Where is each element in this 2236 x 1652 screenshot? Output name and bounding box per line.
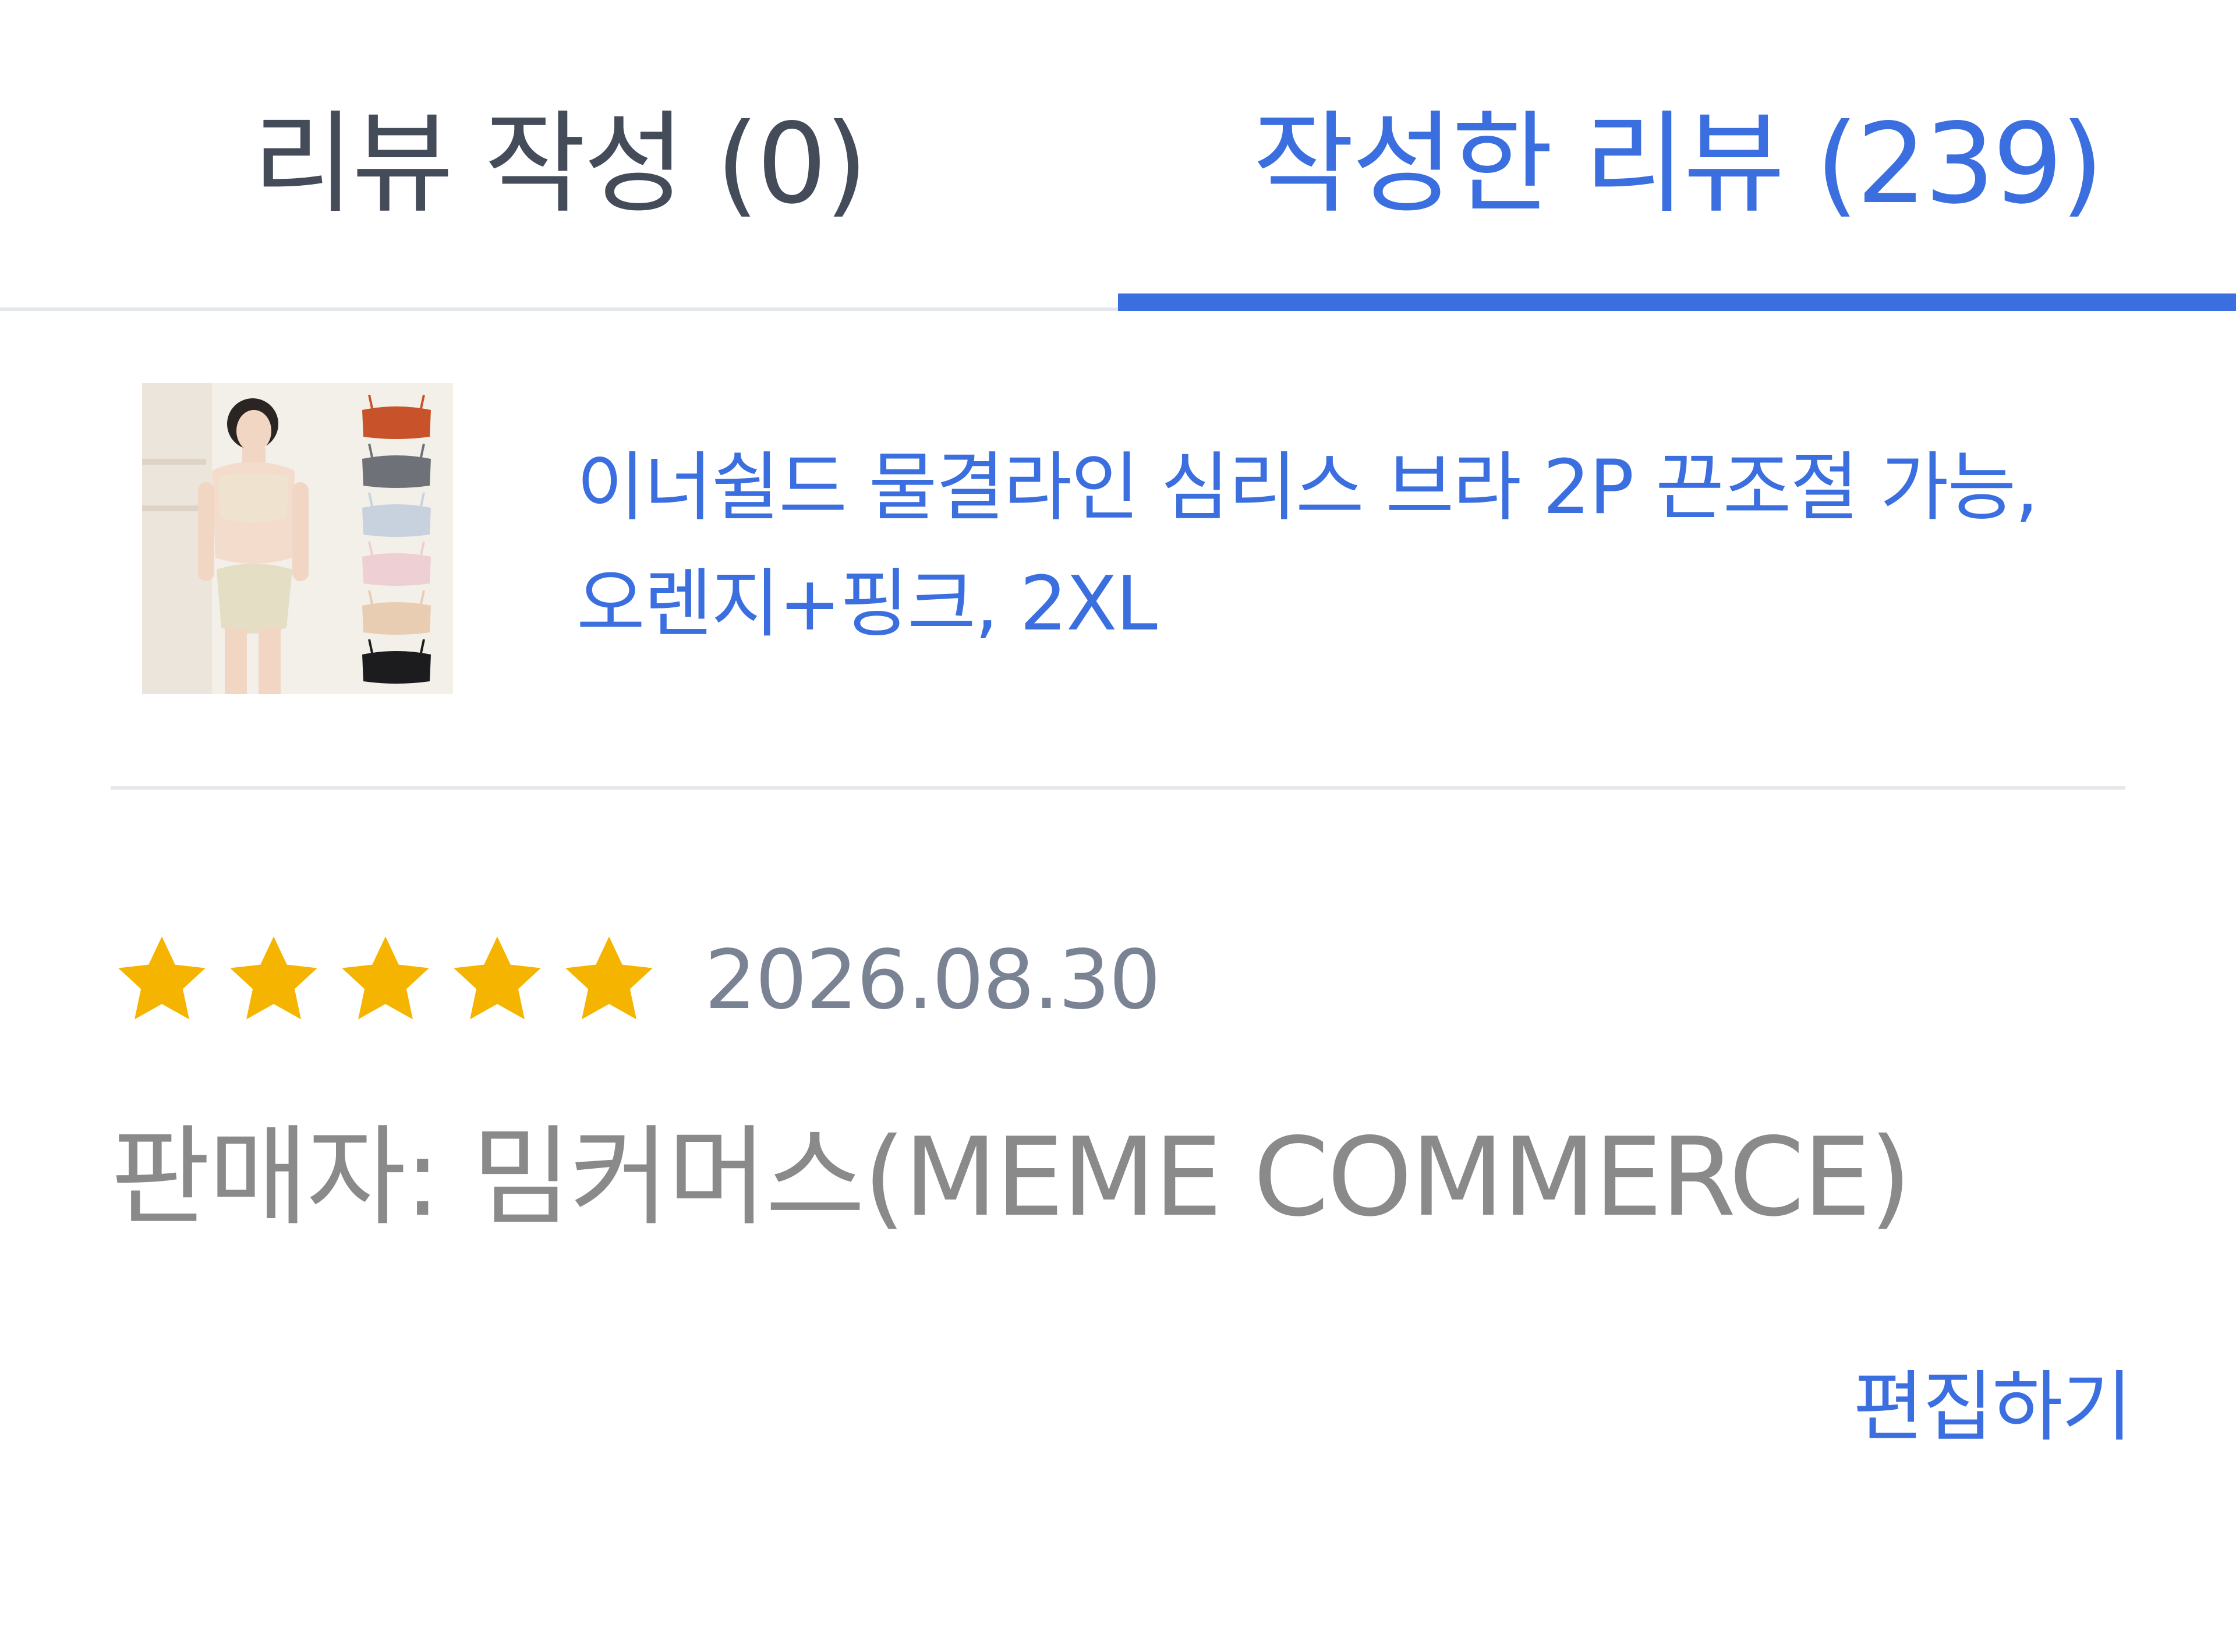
written-reviews-page: 리뷰 작성 (0) 작성한 리뷰 (239) 이너쉴드 물결라인 심리스 브라 … bbox=[0, 0, 2236, 1652]
star-icon bbox=[230, 936, 317, 1020]
review-rating-row: 2026.08.30 bbox=[111, 925, 1161, 1035]
tab-write-review[interactable]: 리뷰 작성 (0) bbox=[0, 0, 1118, 307]
seller-name: 판매자: 밈커머스(MEME COMMERCE) bbox=[111, 1114, 1912, 1240]
tab-write-review-label: 리뷰 작성 (0) bbox=[252, 99, 868, 228]
star-icon bbox=[454, 936, 541, 1020]
product-row[interactable]: 이너쉴드 물결라인 심리스 브라 2P 끈조절 가능, 오렌지+핑크, 2XL bbox=[111, 307, 2125, 790]
product-name[interactable]: 이너쉴드 물결라인 심리스 브라 2P 끈조절 가능, 오렌지+핑크, 2XL bbox=[576, 430, 2067, 663]
star-icon bbox=[565, 936, 653, 1020]
product-image bbox=[142, 383, 453, 694]
star-rating bbox=[111, 929, 670, 1031]
star-icon bbox=[342, 936, 429, 1020]
tab-written-reviews[interactable]: 작성한 리뷰 (239) bbox=[1118, 0, 2236, 307]
product-thumbnail[interactable] bbox=[142, 383, 453, 694]
star-icon bbox=[118, 936, 206, 1020]
tab-written-reviews-label: 작성한 리뷰 (239) bbox=[1253, 99, 2104, 228]
review-tabs: 리뷰 작성 (0) 작성한 리뷰 (239) bbox=[0, 0, 2236, 311]
review-date: 2026.08.30 bbox=[705, 932, 1161, 1028]
edit-review-button[interactable]: 편집하기 bbox=[1853, 1345, 2132, 1456]
